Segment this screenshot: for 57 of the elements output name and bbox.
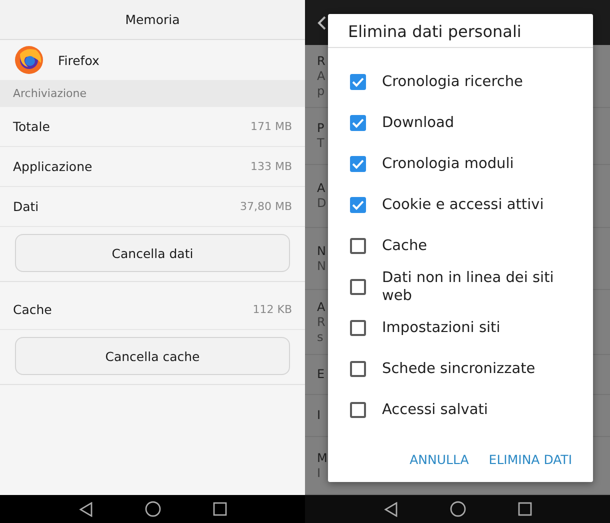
checkbox[interactable] [350,196,366,212]
checkbox[interactable] [350,320,366,336]
back-icon[interactable] [78,502,92,516]
setting-title: P [317,121,324,136]
app-icon [14,45,44,75]
setting-title: M [317,450,328,466]
checkbox[interactable] [350,278,366,294]
size-value: 112 KB [252,303,292,316]
setting-summary: I [317,466,321,480]
dialog-title: Elimina dati personali [348,22,522,41]
home-icon[interactable] [144,501,160,517]
setting-title: R [317,54,326,68]
row-label: Cache [13,302,52,317]
setting-title: I [317,408,321,423]
option-label: Cache [382,236,428,254]
confirm-button[interactable]: ELIMINA DATI [488,452,572,467]
setting-summary: A [317,68,326,84]
clear-data-button[interactable]: Cancella dati [15,234,290,272]
setting-title: E [317,367,325,382]
row-label: Dati [13,199,39,214]
setting-summary: s [317,330,324,344]
checkbox[interactable] [350,74,366,90]
setting-title: A [317,300,326,314]
option-label: Schede sincronizzate [382,360,536,378]
setting-summary: N [317,258,326,274]
size-value: 171 MB [250,120,292,133]
setting-summary: D [317,196,326,211]
cancel-button[interactable]: ANNULLA [410,452,469,467]
option-label: Cronologia ricerche [382,72,524,90]
setting-title: N [317,244,326,258]
size-value: 37,80 MB [240,200,292,213]
option-label: Dati non in linea dei siti web [382,268,555,304]
row-label: Totale [13,119,50,134]
setting-summary: T [317,136,324,151]
app-name: Firefox [58,52,100,68]
back-icon[interactable] [384,502,398,516]
setting-summary: R [317,314,326,330]
size-value: 133 MB [250,160,292,173]
checkbox[interactable] [350,238,366,254]
screen-title: Memoria [125,12,180,27]
clear-cache-button[interactable]: Cancella cache [15,337,290,375]
setting-summary: p [317,84,325,98]
section-header: Archiviazione [13,87,86,100]
option-label: Cronologia moduli [382,154,515,172]
checkbox[interactable] [350,402,366,418]
recents-icon[interactable] [518,502,532,516]
option-label: Impostazioni siti [382,318,502,336]
checkbox[interactable] [350,156,366,172]
option-label: Accessi salvati [382,400,489,418]
checkbox[interactable] [350,360,366,376]
checkbox[interactable] [350,114,366,130]
row-label: Applicazione [13,159,92,174]
option-label: Cookie e accessi attivi [382,196,545,214]
setting-title: A [317,181,326,196]
recents-icon[interactable] [212,502,226,516]
option-label: Download [382,114,456,132]
home-icon[interactable] [450,501,466,517]
